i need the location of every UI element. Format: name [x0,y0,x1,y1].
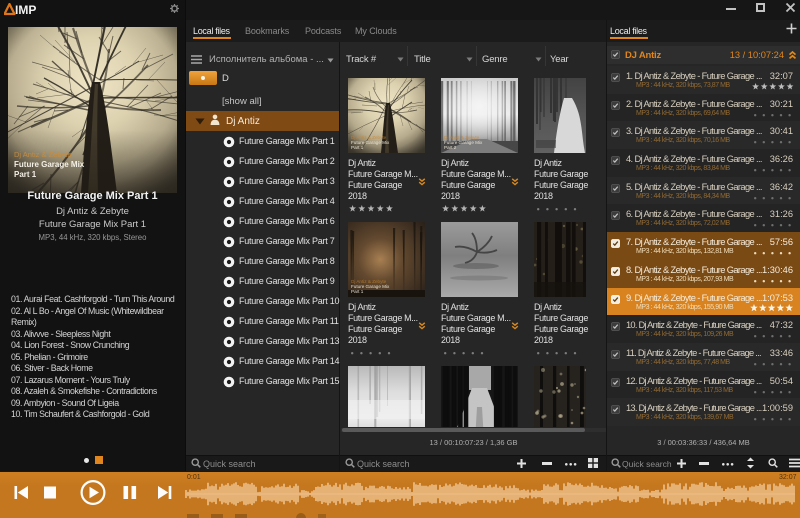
svg-text:Part 2: Part 2 [444,145,457,150]
svg-text:IMP: IMP [15,3,36,16]
svg-text:Part 1: Part 1 [351,289,364,294]
svg-text:Part 1: Part 1 [351,145,364,150]
